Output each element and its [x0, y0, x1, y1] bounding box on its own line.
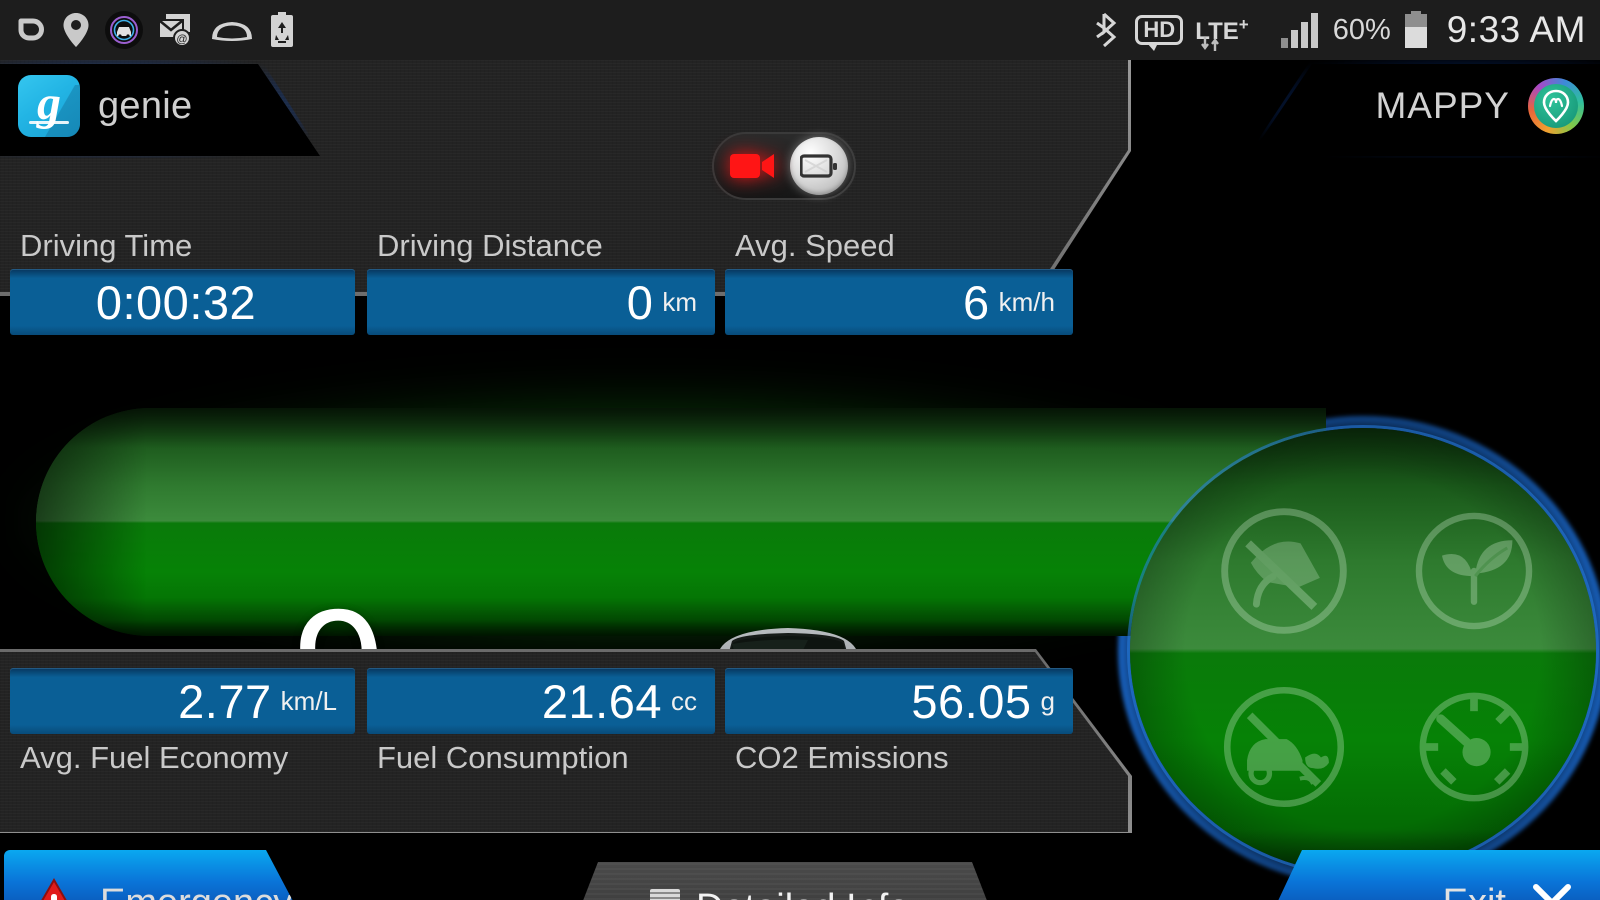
metric-value: 56.05	[911, 674, 1032, 728]
detailed-info-label: Detailed Info.	[696, 887, 920, 900]
record-toggle-knob[interactable]	[790, 137, 848, 195]
data-transfer-icon	[1201, 37, 1220, 51]
document-list-icon	[650, 889, 681, 900]
battery-recycle-icon	[271, 12, 293, 47]
drive-camera-icon	[105, 11, 143, 49]
metric-co2-emissions: 56.05 g CO2 Emissions	[725, 668, 1073, 776]
mappy-logo-inner	[1534, 84, 1578, 128]
emergency-button[interactable]: Emergency	[4, 850, 322, 900]
eco-badge-grid	[1130, 428, 1596, 874]
metric-fuel-consumption: 21.64 cc Fuel Consumption	[367, 668, 715, 776]
speed-gauge-icon[interactable]	[1410, 683, 1538, 811]
genie-logo-icon: g	[18, 75, 80, 137]
status-bar-right-icons: HD LTE+ 60% 9:33 AM	[1093, 9, 1586, 51]
metric-value: 2.77	[178, 674, 272, 728]
exit-button[interactable]: Exit	[1252, 850, 1600, 900]
network-plus: +	[1238, 15, 1249, 34]
bottom-metrics-row: 2.77 km/L Avg. Fuel Economy 21.64 cc Fue…	[0, 668, 1073, 776]
genie-logo-letter: g	[37, 77, 61, 130]
no-sudden-acceleration-icon[interactable]	[1215, 502, 1353, 640]
warning-triangle-icon	[26, 878, 82, 900]
network-type-icon: LTE+	[1195, 15, 1249, 51]
metric-unit: cc	[671, 685, 697, 716]
metric-label: Avg. Speed	[735, 228, 895, 263]
metric-unit: km/h	[998, 286, 1055, 317]
eco-leaf-icon[interactable]	[1410, 507, 1538, 635]
exit-label: Exit	[1443, 882, 1506, 900]
dashcam-record-toggle[interactable]	[712, 132, 856, 200]
genie-tab-content[interactable]: g genie	[0, 60, 192, 152]
email-attachment-icon: @	[158, 14, 191, 47]
metric-value-bar: 6 km/h	[725, 269, 1073, 335]
car-roof-icon	[212, 22, 252, 41]
genie-notification-icon	[18, 18, 44, 41]
location-pin-icon	[63, 13, 89, 47]
android-status-bar: @ HD LTE+ 60% 9:33 AM	[0, 0, 1600, 60]
app-screen: @ HD LTE+ 60% 9:33 AM g genie MAPPY Driv…	[0, 0, 1600, 900]
metric-label: Fuel Consumption	[377, 740, 629, 775]
metric-avg-speed: Avg. Speed 6 km/h	[725, 228, 1073, 335]
metric-unit: km	[662, 286, 697, 317]
app-name-label: genie	[98, 84, 193, 127]
emergency-label: Emergency	[100, 882, 292, 900]
metric-driving-distance: Driving Distance 0 km	[367, 228, 715, 335]
metric-value-bar: 56.05 g	[725, 668, 1073, 734]
metric-label: Avg. Fuel Economy	[20, 740, 289, 775]
mappy-pin-glyph	[1542, 89, 1570, 123]
battery-percent-label: 60%	[1332, 13, 1391, 46]
metric-value: 0:00:32	[95, 275, 257, 329]
genie-logo-underline	[29, 121, 69, 124]
metric-value-bar: 21.64 cc	[367, 668, 715, 734]
no-idling-emissions-icon[interactable]	[1218, 681, 1350, 813]
record-camera-icon	[730, 154, 774, 178]
bluetooth-icon	[1096, 12, 1117, 48]
close-x-icon	[1533, 884, 1571, 900]
metric-driving-time: Driving Time 0:00:32	[10, 228, 355, 335]
metric-unit: km/L	[280, 685, 337, 716]
metric-label: Driving Time	[20, 228, 193, 263]
partner-name-label: MAPPY	[1375, 85, 1510, 126]
metric-label: Driving Distance	[377, 228, 603, 263]
mappy-tab-content[interactable]: MAPPY	[1375, 60, 1584, 152]
detailed-info-button[interactable]: Detailed Info.	[560, 862, 1010, 900]
metric-value: 21.64	[541, 674, 662, 728]
signal-bars-icon	[1280, 13, 1318, 48]
mappy-logo-icon	[1528, 78, 1584, 134]
dashboard-stage: 9 km/h	[0, 58, 1600, 900]
status-bar-left-icons: @	[14, 10, 296, 50]
svg-text:@: @	[176, 34, 187, 46]
hd-label: HD	[1143, 17, 1176, 42]
metric-value: 6	[963, 275, 990, 329]
hd-voice-icon: HD	[1135, 15, 1184, 51]
metric-value: 0	[626, 275, 654, 329]
metric-label: CO2 Emissions	[735, 740, 949, 775]
clock-label: 9:33 AM	[1446, 9, 1586, 50]
dashcam-icon	[800, 154, 837, 178]
metric-avg-fuel-economy: 2.77 km/L Avg. Fuel Economy	[10, 668, 355, 776]
battery-icon	[1404, 11, 1427, 48]
metric-unit: g	[1040, 685, 1055, 716]
metric-value-bar: 2.77 km/L	[10, 668, 355, 734]
metric-value-bar: 0 km	[367, 269, 715, 335]
top-metrics-row: Driving Time 0:00:32 Driving Distance 0 …	[0, 228, 1073, 335]
metric-value-bar: 0:00:32	[10, 269, 355, 335]
